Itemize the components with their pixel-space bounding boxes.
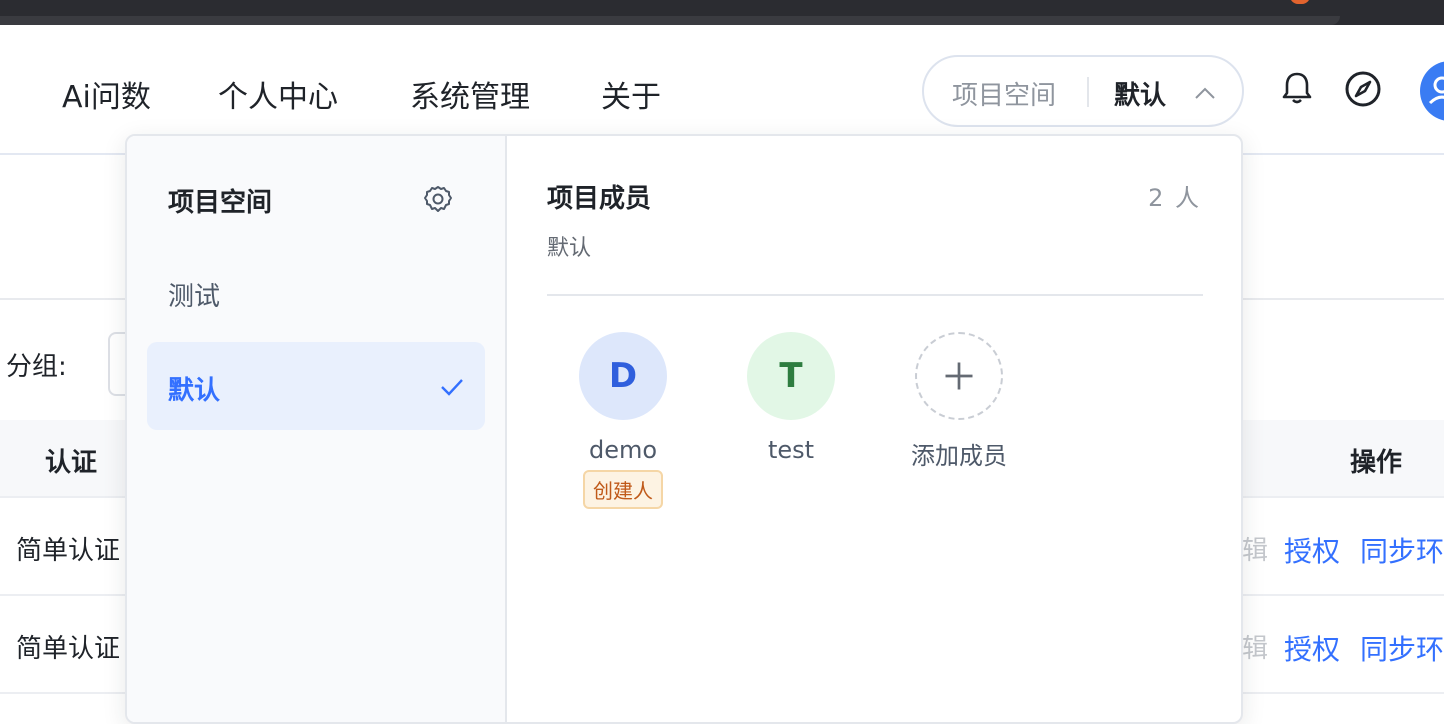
browser-chrome	[0, 0, 1444, 25]
current-space-name: 默认	[547, 236, 592, 261]
space-switch-value: 默认	[1114, 81, 1167, 111]
add-member-label: 添加成员	[911, 442, 1007, 470]
auth-cell: 简单认证	[16, 634, 121, 664]
auth-cell: 简单认证	[16, 536, 121, 566]
compass-icon[interactable]	[1343, 69, 1383, 109]
avatar: T	[747, 332, 835, 420]
user-avatar[interactable]	[1420, 61, 1444, 121]
avatar: D	[579, 332, 667, 420]
check-icon	[441, 379, 463, 396]
space-switch-label: 项目空间	[952, 81, 1057, 111]
divider	[547, 294, 1203, 296]
plus-icon	[915, 332, 1003, 420]
space-item-label: 默认	[168, 376, 221, 406]
column-header-auth: 认证	[45, 448, 98, 478]
member-name: test	[767, 436, 815, 464]
members-count: 2 人	[1148, 184, 1201, 212]
nav-item-system-management[interactable]: 系统管理	[410, 72, 530, 116]
gear-icon[interactable]	[423, 184, 453, 214]
project-space-dropdown: 项目空间 测试 默认 项目成员 2 人 默认 D demo 创建人 T test	[125, 134, 1243, 724]
nav-item-ai-query[interactable]: Ai问数	[62, 72, 151, 116]
space-item-default[interactable]: 默认	[147, 342, 485, 430]
member-name: demo	[588, 436, 658, 464]
project-space-switcher[interactable]: 项目空间 默认	[922, 55, 1244, 127]
members-panel: 项目成员 2 人 默认 D demo 创建人 T test 添加成员	[509, 136, 1241, 722]
creator-badge: 创建人	[583, 470, 663, 509]
member-demo[interactable]: D demo 创建人	[563, 332, 683, 509]
authorize-link[interactable]: 授权	[1284, 628, 1340, 668]
space-item-test[interactable]: 测试	[147, 248, 485, 336]
divider	[1087, 77, 1089, 107]
member-test[interactable]: T test	[731, 332, 851, 464]
nav-item-about[interactable]: 关于	[601, 72, 661, 116]
authorize-link[interactable]: 授权	[1284, 530, 1340, 570]
chevron-up-icon	[1195, 87, 1215, 99]
space-item-label: 测试	[168, 282, 221, 312]
edit-link[interactable]: 辑	[1242, 628, 1268, 665]
space-list-panel: 项目空间 测试 默认	[127, 136, 507, 722]
members-title: 项目成员	[547, 184, 652, 214]
edit-link[interactable]: 辑	[1242, 530, 1268, 567]
browser-tab-strip	[0, 16, 1340, 25]
space-list-title: 项目空间	[168, 188, 273, 218]
sync-env-link[interactable]: 同步环	[1360, 628, 1444, 668]
nav-item-personal-center[interactable]: 个人中心	[218, 72, 338, 116]
user-icon	[1428, 76, 1444, 105]
column-header-actions: 操作	[1350, 448, 1403, 478]
add-member-button[interactable]: 添加成员	[899, 332, 1019, 471]
extension-icon[interactable]	[1290, 0, 1310, 4]
sync-env-link[interactable]: 同步环	[1360, 530, 1444, 570]
group-filter-label: 分组:	[6, 352, 67, 382]
bell-icon[interactable]	[1278, 69, 1316, 107]
